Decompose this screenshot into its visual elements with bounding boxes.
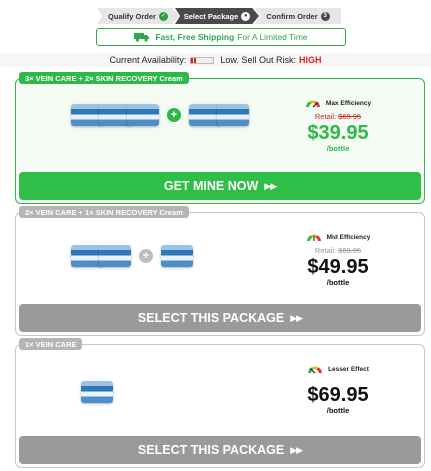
efficiency-label: Mid Efficiency: [288, 233, 388, 242]
plus-icon: +: [139, 249, 153, 263]
price-box: Lesser Effect $69.95 /bottle: [288, 365, 388, 415]
vein-care-jar-image: [81, 381, 113, 403]
efficiency-text: Lesser Effect: [328, 366, 369, 373]
step-number-icon: 3: [320, 11, 330, 21]
availability-tick: [191, 57, 194, 63]
step-select-package: Select Package ●: [175, 8, 259, 24]
gauge-low-icon: [307, 365, 323, 374]
sell-out-risk: HIGH: [298, 55, 322, 65]
select-package-button[interactable]: SELECT THIS PACKAGE ▶▶: [19, 436, 421, 464]
double-chevron-right-icon: ▶▶: [290, 444, 303, 455]
package-card-2-bundle[interactable]: 2× VEIN CARE + 1× SKIN RECOVERY Cream + …: [15, 206, 425, 336]
plus-icon: +: [167, 108, 181, 122]
double-chevron-right-icon: ▶▶: [290, 312, 303, 323]
price-box: Mid Efficiency Retail: $69.95 $49.95 /bot…: [288, 233, 388, 287]
gauge-max-icon: [305, 99, 321, 108]
skin-recovery-jar-image: [161, 245, 193, 267]
package-tag: 3× VEIN CARE + 2× SKIN RECOVERY Cream: [19, 72, 189, 84]
package-tag: 1× VEIN CARE: [19, 338, 83, 350]
retail-price: $69.95: [338, 112, 362, 121]
efficiency-label: Lesser Effect: [288, 365, 388, 374]
shipping-banner: Fast, Free Shipping For A Limited Time: [96, 28, 346, 46]
select-package-button[interactable]: SELECT THIS PACKAGE ▶▶: [19, 304, 421, 332]
step-label: Confirm Order: [266, 11, 318, 21]
price-unit: /bottle: [326, 278, 350, 287]
current-dot-icon: ●: [241, 11, 251, 21]
vein-care-jar-image: [127, 104, 159, 126]
product-images: +: [71, 245, 193, 267]
step-confirm-order: Confirm Order 3: [255, 8, 341, 24]
button-label: SELECT THIS PACKAGE: [137, 311, 285, 325]
efficiency-label: Max Efficiency: [288, 99, 388, 108]
button-label: SELECT THIS PACKAGE: [137, 443, 285, 457]
availability-text: Low. Sell Out Risk:: [220, 55, 296, 65]
package-price: $39.95: [307, 122, 369, 144]
vein-care-jar-image: [99, 245, 131, 267]
package-card-single[interactable]: 1× VEIN CARE Lesser Effect $69.95 /bottl…: [15, 338, 425, 468]
step-label: Qualify Order: [108, 11, 156, 21]
check-icon: ✓: [158, 11, 168, 21]
efficiency-text: Max Efficiency: [325, 100, 372, 107]
availability-row: Current Availability: Low. Sell Out Risk…: [0, 53, 431, 67]
efficiency-text: Mid Efficiency: [326, 234, 371, 241]
retail-label: Retail:: [314, 246, 337, 255]
product-images: [81, 381, 113, 403]
availability-label: Current Availability:: [109, 55, 187, 65]
availability-tick: [194, 57, 197, 63]
package-tag: 2× VEIN CARE + 1× SKIN RECOVERY Cream: [19, 206, 189, 218]
price-unit: /bottle: [326, 144, 350, 153]
button-label: GET MINE NOW: [163, 179, 259, 193]
skin-recovery-jar-image: [217, 104, 249, 126]
retail-price: $69.95: [338, 246, 362, 255]
price-unit: /bottle: [326, 406, 350, 415]
step-label: Select Package: [183, 11, 239, 21]
availability-meter: [190, 56, 215, 64]
checkout-progress: Qualify Order ✓ Select Package ● Confirm…: [97, 8, 346, 24]
retail-label: Retail:: [314, 112, 337, 121]
gauge-mid-icon: [306, 233, 322, 242]
package-price: $49.95: [307, 256, 369, 278]
retail-price-row: Retail: $69.95: [288, 246, 388, 255]
shipping-text: For A Limited Time: [237, 32, 308, 42]
retail-price-row: Retail: $69.95: [288, 112, 388, 121]
double-chevron-right-icon: ▶▶: [264, 180, 277, 191]
truck-icon: [134, 32, 150, 42]
package-card-3-bundle[interactable]: 3× VEIN CARE + 2× SKIN RECOVERY Cream + …: [15, 72, 425, 204]
get-mine-now-button[interactable]: GET MINE NOW ▶▶: [19, 172, 421, 200]
step-qualify-order: Qualify Order ✓: [97, 8, 179, 24]
price-box: Max Efficiency Retail: $69.95 $39.95 /bot…: [288, 99, 388, 153]
package-price: $69.95: [307, 384, 369, 406]
shipping-bold-text: Fast, Free Shipping: [155, 32, 235, 42]
product-images: +: [71, 104, 249, 126]
